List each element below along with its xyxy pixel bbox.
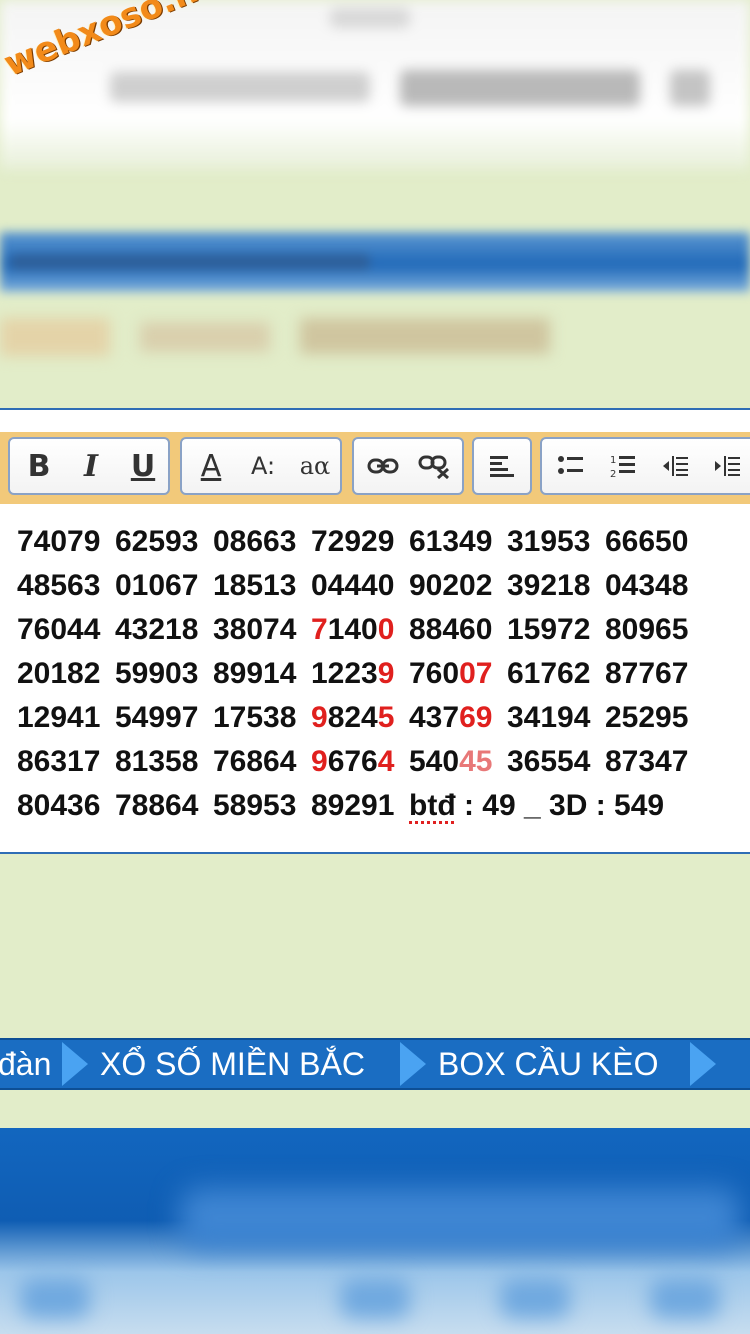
forum-nav-bar: đàn XỔ SỐ MIỀN BẮC BOX CẦU KÈO xyxy=(0,1038,750,1090)
number-group: 66650 xyxy=(605,525,689,558)
nav-item-dan[interactable]: đàn xyxy=(0,1040,51,1088)
number-group: 88460 xyxy=(409,613,493,646)
align-left-button[interactable] xyxy=(477,439,527,493)
numbered-list-icon: 1 2 xyxy=(610,455,635,479)
number-group: 98245 xyxy=(311,701,395,734)
insert-link-button[interactable] xyxy=(358,439,408,493)
number-group: 96764 xyxy=(311,745,395,778)
number-group: 81358 xyxy=(115,745,199,778)
number-row: 12941 54997 17538 98245 43769 34194 25295 xyxy=(17,696,742,740)
number-group: 80436 xyxy=(17,789,101,822)
list-group: 1 2 xyxy=(540,437,750,495)
unlink-icon xyxy=(418,455,450,479)
number-group: 86317 xyxy=(17,745,101,778)
number-group: 54997 xyxy=(115,701,199,734)
number-row: 48563 01067 18513 04440 90202 39218 04348 xyxy=(17,564,742,608)
number-group: 20182 xyxy=(17,657,101,690)
svg-text:2: 2 xyxy=(610,469,616,479)
bold-button[interactable]: B xyxy=(14,439,64,493)
text-case-button[interactable]: aα xyxy=(290,439,340,493)
number-group: 74079 xyxy=(17,525,101,558)
blurred-breadcrumb xyxy=(0,300,750,380)
text-style-group: B I U xyxy=(8,437,170,495)
number-group: 08663 xyxy=(213,525,297,558)
number-group: 87347 xyxy=(605,745,689,778)
outdent-icon xyxy=(663,456,688,476)
number-group: 25295 xyxy=(605,701,689,734)
nav-item-box-cau-keo[interactable]: BOX CẦU KÈO xyxy=(438,1040,659,1088)
number-group: 76044 xyxy=(17,613,101,646)
bullet-list-icon xyxy=(558,456,583,474)
font-color-icon: A xyxy=(200,448,222,484)
post-editor: B I U A A: aα 1 2 74079 62593 08663 7292… xyxy=(0,408,750,854)
bullet-list-button[interactable] xyxy=(546,439,596,493)
blurred-footer xyxy=(0,1128,750,1334)
font-color-button[interactable]: A xyxy=(186,439,236,493)
number-group: 89914 xyxy=(213,657,297,690)
number-group: 72929 xyxy=(311,525,395,558)
number-group: 04440 xyxy=(311,569,395,602)
number-group: 43218 xyxy=(115,613,199,646)
number-row: 20182 59903 89914 12239 76007 61762 87767 xyxy=(17,652,742,696)
number-group: 61762 xyxy=(507,657,591,690)
number-group: 38074 xyxy=(213,613,297,646)
number-group: 89291 xyxy=(311,789,395,822)
number-row: 76044 43218 38074 71400 88460 15972 80965 xyxy=(17,608,742,652)
number-group: 04348 xyxy=(605,569,689,602)
number-group: 31953 xyxy=(507,525,591,558)
number-group: 90202 xyxy=(409,569,493,602)
editor-toolbar: B I U A A: aα 1 2 xyxy=(0,432,750,504)
number-group: 17538 xyxy=(213,701,297,734)
editor-text-area[interactable]: 74079 62593 08663 72929 61349 31953 66650 48563… xyxy=(17,520,742,828)
link-icon xyxy=(367,458,399,474)
number-row: 86317 81358 76864 96764 54045 36554 87347 xyxy=(17,740,742,784)
nav-arrow-icon xyxy=(690,1042,716,1086)
screenshot-page: webxoso.net B I U A A: aα xyxy=(0,0,750,1334)
number-group: 12941 xyxy=(17,701,101,734)
svg-text:1: 1 xyxy=(610,455,616,466)
number-group: 01067 xyxy=(115,569,199,602)
indent-button[interactable] xyxy=(702,439,750,493)
number-group: 36554 xyxy=(507,745,591,778)
remove-link-button[interactable] xyxy=(410,439,460,493)
blurred-title-bar xyxy=(0,232,750,292)
number-group: 34194 xyxy=(507,701,591,734)
numbered-list-button[interactable]: 1 2 xyxy=(598,439,648,493)
number-group: 58953 xyxy=(213,789,297,822)
outdent-button[interactable] xyxy=(650,439,700,493)
number-group: 39218 xyxy=(507,569,591,602)
number-group: 43769 xyxy=(409,701,493,734)
number-group: 80965 xyxy=(605,613,689,646)
font-size-button[interactable]: A: xyxy=(238,439,288,493)
indent-icon xyxy=(715,456,740,476)
btd-values: : 49 _ 3D : 549 xyxy=(455,789,665,822)
number-group: 18513 xyxy=(213,569,297,602)
nav-item-xo-so-mien-bac[interactable]: XỔ SỐ MIỀN BẮC xyxy=(100,1040,365,1088)
italic-button[interactable]: I xyxy=(66,439,116,493)
underline-button[interactable]: U xyxy=(118,439,168,493)
number-group: 87767 xyxy=(605,657,689,690)
number-row: 74079 62593 08663 72929 61349 31953 66650 xyxy=(17,520,742,564)
number-group: 71400 xyxy=(311,613,395,646)
number-row: 80436 78864 58953 89291 btđ : 49 _ 3D : 549 xyxy=(17,784,742,828)
number-group: 48563 xyxy=(17,569,101,602)
nav-arrow-icon xyxy=(62,1042,88,1086)
number-group: 15972 xyxy=(507,613,591,646)
align-left-icon xyxy=(490,456,514,477)
font-group: A A: aα xyxy=(180,437,342,495)
btd-label: btđ xyxy=(409,789,456,822)
number-group: 76007 xyxy=(409,657,493,690)
number-group: 78864 xyxy=(115,789,199,822)
number-group: 61349 xyxy=(409,525,493,558)
number-group: 59903 xyxy=(115,657,199,690)
number-group: 54045 xyxy=(409,745,493,778)
number-group: 76864 xyxy=(213,745,297,778)
number-group: 12239 xyxy=(311,657,395,690)
link-group xyxy=(352,437,464,495)
nav-arrow-icon xyxy=(400,1042,426,1086)
align-group xyxy=(472,437,532,495)
number-group: 62593 xyxy=(115,525,199,558)
